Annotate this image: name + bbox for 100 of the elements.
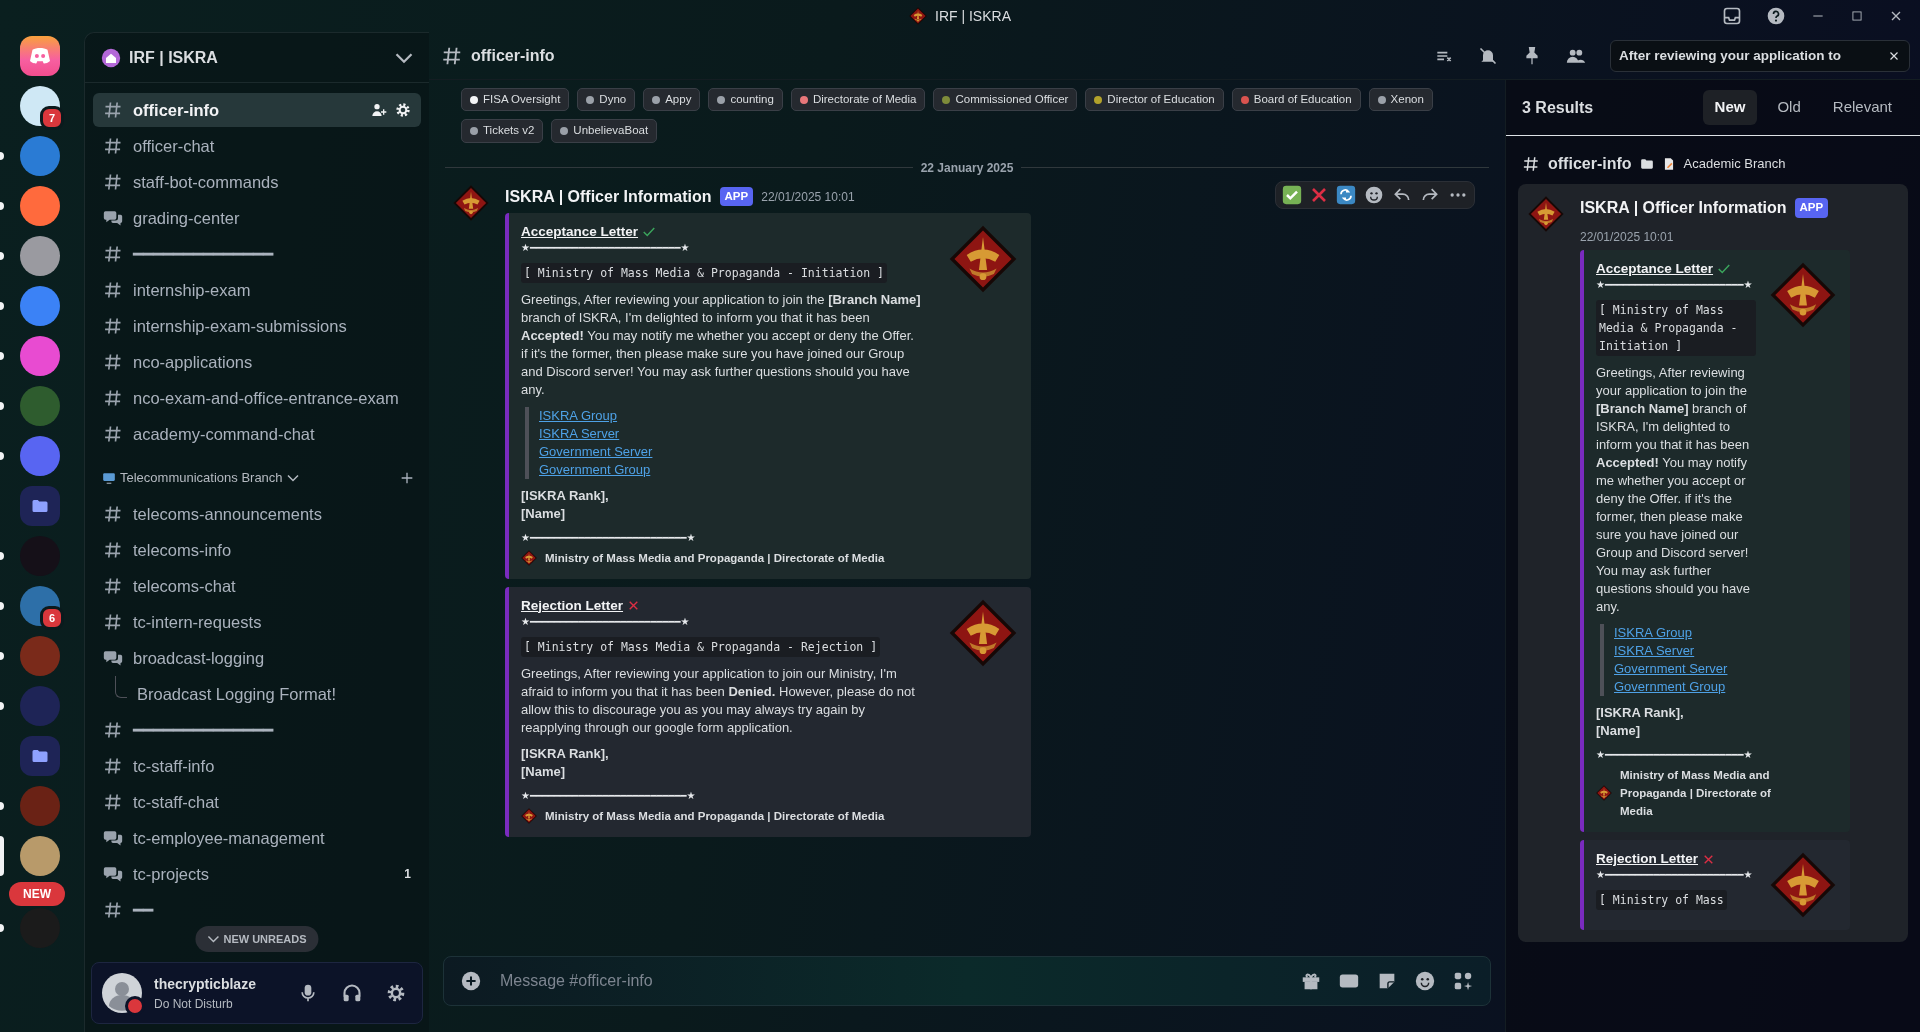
user-status: Do Not Disturb — [154, 995, 234, 1013]
channel-name: telecoms-announcements — [133, 503, 322, 525]
author-name[interactable]: ISKRA | Officer Information — [505, 184, 712, 209]
server-header[interactable]: IRF | ISKRA — [85, 33, 429, 83]
category-header[interactable]: Telecommunications Branch — [101, 467, 300, 489]
settings-icon[interactable] — [386, 983, 406, 1003]
channel-name: tc-projects — [133, 863, 210, 885]
channel-item[interactable]: ━━━━━━━━━━━━━━ — [93, 713, 421, 747]
tag-button[interactable]: FISA Oversight — [461, 88, 570, 112]
tag-button[interactable]: Board of Education — [1231, 88, 1361, 112]
notification-badge: 7 — [40, 106, 64, 130]
embed-title-link[interactable]: Rejection Letter — [521, 596, 624, 615]
link[interactable]: Government Server — [539, 442, 653, 461]
thumbnail-emblem-drawing — [949, 598, 1017, 667]
link[interactable]: Government Group — [539, 460, 651, 479]
app-tag: APP — [1794, 198, 1829, 218]
notification-badge: 6 — [40, 606, 64, 630]
server-icon[interactable] — [20, 836, 60, 876]
server-emblem-icon — [909, 7, 927, 25]
channel-item[interactable]: officer-chat — [93, 129, 421, 163]
sort-tab[interactable]: Old — [1765, 90, 1813, 125]
channel-item[interactable]: tc-projects 1 — [93, 857, 421, 891]
search-result-card[interactable] — [1518, 184, 1908, 942]
link[interactable]: ISKRA Server — [1614, 642, 1695, 660]
server-icon[interactable] — [20, 136, 60, 176]
server-folder[interactable] — [20, 486, 60, 526]
signature-text: [ISKRA Rank], [Name] — [521, 486, 610, 523]
tag-button[interactable]: Directorate of Media — [790, 88, 926, 112]
hash-icon — [103, 136, 123, 156]
notification-off-icon[interactable] — [1478, 45, 1498, 66]
channel-name: broadcast-logging — [133, 647, 265, 669]
channel-item[interactable]: broadcast-logging — [93, 641, 421, 675]
channel-item[interactable]: nco-applications — [93, 345, 421, 379]
channel-item[interactable]: internship-exam — [93, 273, 421, 307]
channel-item[interactable]: ━━━━━━━━━━━━━━ — [93, 237, 421, 271]
add-member-icon[interactable] — [371, 102, 387, 118]
server-icon[interactable] — [20, 286, 60, 326]
help-icon[interactable] — [1766, 6, 1786, 26]
cross-emoji-icon[interactable] — [1310, 185, 1328, 204]
server-icon[interactable] — [20, 186, 60, 226]
embed-title-link[interactable]: Rejection Letter — [1596, 850, 1699, 868]
embed-title-link[interactable]: Acceptance Letter — [1596, 260, 1714, 278]
channel-item[interactable]: academy-command-chat — [93, 417, 421, 451]
channel-item[interactable]: tc-employee-management — [93, 821, 421, 855]
inbox-icon[interactable] — [1722, 6, 1742, 26]
channel-item[interactable]: grading-center — [93, 201, 421, 235]
channel-item[interactable]: ━━ — [93, 893, 421, 927]
link[interactable]: Government Server — [1614, 660, 1728, 678]
thread-item[interactable]: Broadcast Logging Format! — [137, 677, 337, 711]
tag-button[interactable]: Appy — [643, 88, 701, 112]
author-name[interactable]: ISKRA | Officer Information — [1580, 196, 1787, 220]
hash-icon — [103, 244, 123, 264]
microphone-icon[interactable] — [298, 983, 318, 1003]
folder-icon — [1639, 157, 1654, 171]
link[interactable]: ISKRA Group — [1614, 624, 1693, 642]
tag-button[interactable]: counting — [708, 88, 783, 112]
tag-button[interactable]: Commissioned Officer — [933, 88, 1078, 112]
maximize-icon[interactable] — [1850, 9, 1864, 23]
tag-button[interactable]: Director of Education — [1085, 88, 1224, 112]
repeat-emoji-icon[interactable] — [1336, 184, 1356, 205]
server-icon[interactable] — [20, 436, 60, 476]
channel-item[interactable]: nco-exam-and-office-entrance-exam — [93, 381, 421, 415]
result-channel-name[interactable]: officer-info — [1548, 152, 1632, 176]
message-composer[interactable]: Message #officer-info — [443, 956, 1491, 1006]
tag-button[interactable]: Xenon — [1368, 88, 1433, 112]
tag-button[interactable]: Tickets v2 — [461, 119, 544, 143]
embed-title-link[interactable]: Acceptance Letter — [521, 222, 639, 241]
hash-icon — [103, 576, 123, 596]
add-reaction-icon[interactable] — [1364, 184, 1384, 205]
channel-item[interactable]: telecoms-announcements — [93, 497, 421, 531]
message-input[interactable]: Message #officer-info — [498, 968, 1284, 994]
emoji-icon[interactable] — [1414, 970, 1436, 992]
add-attachment-icon[interactable] — [460, 970, 482, 992]
channel-item[interactable]: tc-staff-chat — [93, 785, 421, 819]
sort-tab[interactable]: New — [1702, 90, 1758, 125]
channel-item[interactable]: staff-bot-commands — [93, 165, 421, 199]
channel-item[interactable]: internship-exam-submissions — [93, 309, 421, 343]
check-box-emoji-icon[interactable] — [1282, 184, 1302, 205]
home-button[interactable] — [20, 36, 60, 76]
server-folder[interactable] — [20, 736, 60, 776]
channel-item[interactable]: telecoms-chat — [93, 569, 421, 603]
new-unreads-button[interactable]: NEW UNREADS — [195, 925, 319, 952]
tag-button[interactable]: UnbelievaBoat — [551, 119, 658, 143]
search-field[interactable]: After reviewing your application to — [1610, 39, 1910, 72]
channel-item[interactable]: tc-staff-info — [93, 749, 421, 783]
channel-item[interactable]: officer-info — [93, 93, 421, 127]
sort-tab[interactable]: Relevant — [1820, 90, 1904, 125]
tag-button[interactable]: Dyno — [577, 88, 636, 112]
link[interactable]: ISKRA Server — [539, 424, 620, 443]
headphones-icon[interactable] — [342, 983, 362, 1003]
add-channel-icon[interactable] — [399, 470, 415, 486]
channel-item[interactable]: tc-intern-requests — [93, 605, 421, 639]
apps-icon[interactable] — [1452, 970, 1474, 992]
forum-icon — [103, 864, 123, 884]
hash-icon — [103, 540, 123, 560]
server-icon[interactable] — [20, 236, 60, 276]
link[interactable]: ISKRA Group — [539, 406, 618, 425]
server-icon[interactable] — [20, 336, 60, 376]
channel-item[interactable]: telecoms-info — [93, 533, 421, 567]
link[interactable]: Government Group — [1614, 678, 1726, 696]
